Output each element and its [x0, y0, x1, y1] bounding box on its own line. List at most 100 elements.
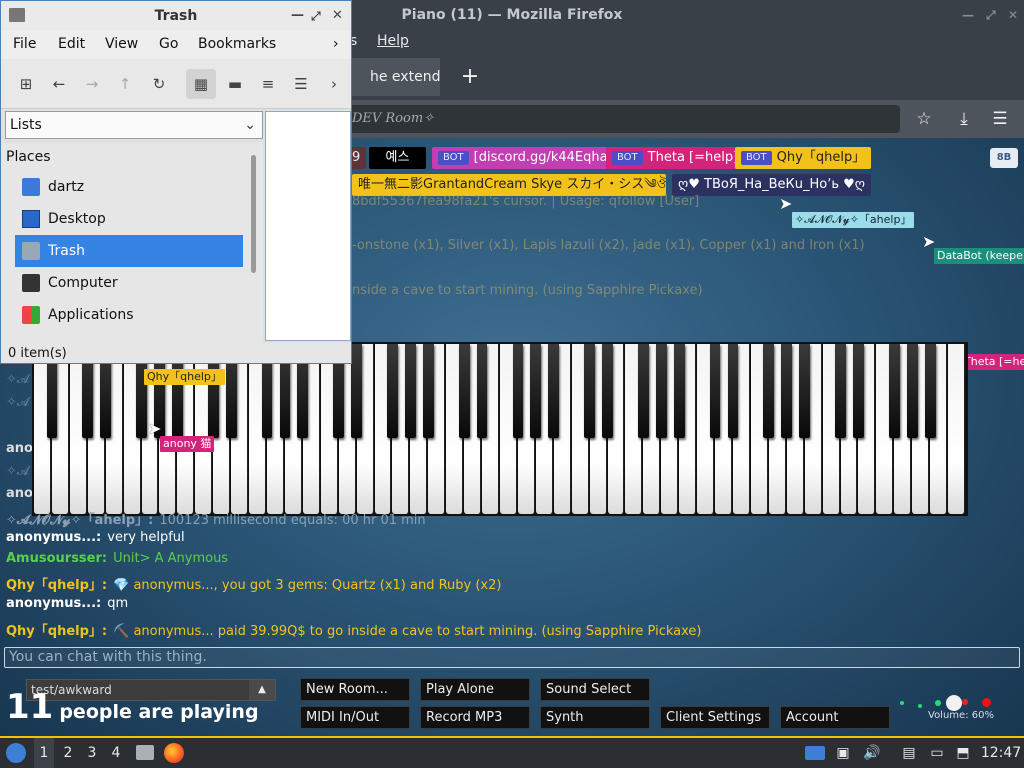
black-key[interactable] — [638, 344, 649, 438]
side-pane-select[interactable]: Lists ⌄ — [5, 111, 263, 139]
translate-button[interactable]: 8B — [990, 148, 1018, 168]
place-item-desktop[interactable]: Desktop — [15, 203, 243, 235]
close-icon[interactable]: ✕ — [1008, 0, 1018, 30]
chat-input[interactable]: You can chat with this thing. — [4, 647, 1020, 668]
black-key[interactable] — [530, 344, 542, 438]
compact-view-icon[interactable]: ≡ — [253, 69, 283, 99]
place-item-trash[interactable]: Trash — [15, 235, 243, 267]
menu-file[interactable]: File — [13, 36, 36, 52]
chevron-right-icon[interactable]: › — [319, 69, 349, 99]
thumbnail-view-icon[interactable]: ▬ — [220, 69, 250, 99]
places-sidebar: Places dartz Desktop Trash Computer Appl… — [1, 143, 263, 343]
sound-select-button[interactable]: Sound Select — [540, 678, 650, 701]
black-key[interactable] — [602, 344, 613, 438]
black-key[interactable] — [405, 344, 416, 438]
volume-knob[interactable] — [946, 695, 962, 711]
black-key[interactable] — [422, 344, 434, 438]
place-item-applications[interactable]: Applications — [15, 299, 243, 331]
black-key[interactable] — [512, 344, 524, 438]
black-key[interactable] — [458, 344, 470, 438]
volume-icon[interactable]: 🔊 — [862, 738, 882, 768]
synth-button[interactable]: Synth — [540, 706, 650, 729]
scrollbar[interactable] — [251, 155, 256, 273]
white-key[interactable] — [948, 344, 965, 514]
downloads-icon[interactable]: ⤓ — [950, 105, 978, 133]
bot-badge: BOT — [612, 151, 643, 165]
maximize-icon[interactable]: ⤢ — [311, 1, 321, 31]
new-tab-button[interactable]: + — [454, 58, 486, 96]
players-count: 11 people are playing — [6, 689, 259, 725]
update-icon[interactable]: ⬒ — [952, 738, 974, 768]
user-tag[interactable]: BOT [discord.gg/k44Eqha] — [432, 147, 619, 169]
black-key[interactable] — [655, 344, 667, 438]
chat-message: Qhy「qhelp」: ⛏️ anonymus... paid 39.99Q$ t… — [6, 620, 701, 639]
place-item-computer[interactable]: Computer — [15, 267, 243, 299]
browser-tab[interactable]: he extende — [352, 58, 440, 96]
black-key[interactable] — [351, 344, 362, 438]
icon-view-icon[interactable]: ▦ — [186, 69, 216, 99]
file-manager-icon[interactable] — [134, 738, 156, 768]
file-list-area[interactable] — [265, 111, 351, 341]
black-key[interactable] — [584, 344, 595, 438]
user-tag[interactable]: BOT Qhy「qhelp」 — [735, 147, 872, 169]
black-key[interactable] — [888, 344, 900, 438]
black-key[interactable] — [781, 344, 793, 438]
black-key[interactable] — [835, 344, 846, 438]
bookmark-star-icon[interactable]: ☆ — [910, 105, 938, 133]
list-view-icon[interactable]: ☰ — [286, 69, 316, 99]
black-key[interactable] — [548, 344, 560, 438]
user-tag[interactable]: BOT Theta [=help] — [606, 147, 745, 169]
hamburger-menu-icon[interactable]: ☰ — [986, 105, 1014, 133]
record-mp3-button[interactable]: Record MP3 — [420, 706, 530, 729]
play-alone-button[interactable]: Play Alone — [420, 678, 530, 701]
black-key[interactable] — [709, 344, 721, 438]
workspace-3[interactable]: 3 — [82, 738, 102, 768]
minimize-icon[interactable]: — — [291, 1, 304, 31]
menu-help[interactable]: Help — [377, 33, 409, 49]
black-key[interactable] — [906, 344, 918, 438]
tab-label: he extende — [370, 69, 440, 85]
workspace-4[interactable]: 4 — [106, 738, 126, 768]
minimize-icon[interactable]: — — [962, 0, 974, 30]
back-arrow-icon[interactable]: ← — [44, 69, 74, 99]
black-key[interactable] — [476, 344, 488, 438]
menu-bookmarks[interactable]: Bookmarks — [198, 36, 276, 52]
start-menu-icon[interactable] — [4, 738, 28, 768]
place-item-dartz[interactable]: dartz — [15, 171, 243, 203]
notes-icon[interactable]: ▤ — [898, 738, 920, 768]
taskbar: 1 2 3 4 ▣ 🔊 ▤ ▭ ⬒ 12:47 — [0, 736, 1024, 768]
user-tag[interactable]: ღ♥ ТВоЯ_На_ВеКu_Ноʼь ♥ღ — [672, 174, 872, 196]
black-key[interactable] — [924, 344, 936, 438]
black-key[interactable] — [763, 344, 775, 438]
workspace-2[interactable]: 2 — [58, 738, 78, 768]
workspace-1[interactable]: 1 — [34, 738, 54, 768]
midi-button[interactable]: MIDI In/Out — [300, 706, 410, 729]
menu-go[interactable]: Go — [159, 36, 178, 52]
new-room-button[interactable]: New Room... — [300, 678, 410, 701]
black-key[interactable] — [387, 344, 398, 438]
maximize-icon[interactable]: ⤢ — [986, 0, 996, 30]
clock: 12:47 — [980, 745, 1022, 761]
client-settings-button[interactable]: Client Settings — [660, 706, 770, 729]
chevron-right-icon[interactable]: › — [333, 36, 339, 52]
display-icon[interactable]: ▭ — [926, 738, 948, 768]
menu-view[interactable]: View — [105, 36, 138, 52]
url-bar[interactable]: DEV Room✧ — [290, 105, 900, 133]
new-tab-icon[interactable]: ⊞ — [11, 69, 41, 99]
forward-arrow-icon[interactable]: → — [77, 69, 107, 99]
black-key[interactable] — [673, 344, 685, 438]
user-tag[interactable]: 예스 — [369, 147, 426, 169]
black-key[interactable] — [853, 344, 864, 438]
firefox-icon[interactable] — [162, 738, 186, 768]
clipboard-icon[interactable]: ▣ — [834, 738, 852, 768]
up-arrow-icon[interactable]: ↑ — [110, 69, 140, 99]
network-icon[interactable] — [804, 738, 826, 768]
user-tag[interactable]: 唯一無二影GrantandCream Skye スカイ・シス༄ঔ — [352, 174, 666, 196]
account-button[interactable]: Account — [780, 706, 890, 729]
black-key[interactable] — [799, 344, 811, 438]
close-icon[interactable]: ✕ — [332, 1, 343, 31]
menu-edit[interactable]: Edit — [58, 36, 85, 52]
reload-icon[interactable]: ↻ — [144, 69, 174, 99]
file-manager-titlebar: Trash — ⤢ ✕ — [1, 1, 351, 31]
black-key[interactable] — [727, 344, 739, 438]
